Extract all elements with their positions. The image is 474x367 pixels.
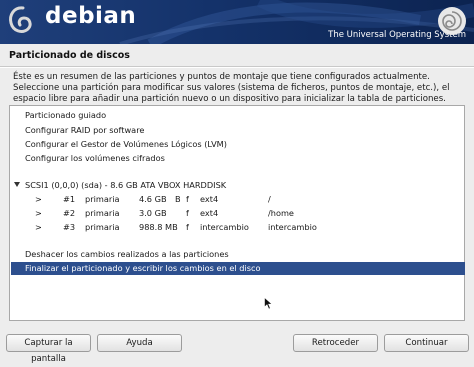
page-title: Particionado de discos (9, 50, 130, 61)
partition-mountpoint: /home (268, 208, 294, 218)
mouse-pointer-icon (264, 297, 273, 310)
partition-format-flag: f (186, 222, 189, 232)
back-button[interactable]: Retroceder (293, 334, 378, 352)
partition-boot-flag: B (175, 194, 181, 204)
menu-item-label: Configurar los volúmenes cifrados (25, 153, 165, 163)
partition-arrow: > (35, 194, 42, 204)
debian-swirl-logo-icon (9, 6, 32, 33)
spiral-decoration-icon (438, 7, 466, 35)
partition-arrow: > (35, 222, 42, 232)
menu-item-lvm[interactable]: Configurar el Gestor de Volúmenes Lógico… (11, 138, 465, 151)
partition-number: #1 (63, 194, 76, 204)
partition-filesystem: intercambio (200, 222, 249, 232)
menu-item-label: Finalizar el particionado y escribir los… (25, 263, 261, 273)
partition-size: 3.0 GB (139, 208, 167, 218)
menu-item-label: Particionado guiado (25, 110, 107, 120)
debian-header-banner: debian The Universal Operating System (0, 0, 474, 44)
disk-label: SCSI1 (0,0,0) (sda) - 8.6 GB ATA VBOX HA… (25, 180, 227, 190)
menu-item-undo[interactable]: Deshacer los cambios realizados a las pa… (11, 248, 465, 261)
partition-mountpoint: / (268, 194, 271, 204)
help-button[interactable]: Ayuda (97, 334, 182, 352)
screenshot-button[interactable]: Capturar la pantalla (6, 334, 91, 364)
menu-item-label: Configurar el Gestor de Volúmenes Lógico… (25, 139, 227, 149)
partition-format-flag: f (186, 208, 189, 218)
partition-number: #3 (63, 222, 76, 232)
partition-number: #2 (63, 208, 76, 218)
title-divider-highlight (0, 67, 474, 68)
continue-button[interactable]: Continuar (384, 334, 469, 352)
disk-row-sda[interactable]: SCSI1 (0,0,0) (sda) - 8.6 GB ATA VBOX HA… (11, 179, 465, 192)
partition-row-3[interactable]: > #3 primaria 988.8 MB f intercambio int… (11, 221, 465, 234)
menu-item-guided[interactable]: Particionado guiado (11, 109, 465, 122)
partition-type: primaria (85, 222, 120, 232)
brand-name: debian (45, 3, 137, 29)
menu-item-crypto[interactable]: Configurar los volúmenes cifrados (11, 152, 465, 165)
menu-item-finish[interactable]: Finalizar el particionado y escribir los… (11, 262, 465, 275)
partition-arrow: > (35, 208, 42, 218)
partition-row-2[interactable]: > #2 primaria 3.0 GB f ext4 /home (11, 207, 465, 220)
menu-item-label: Deshacer los cambios realizados a las pa… (25, 249, 229, 259)
partition-size: 988.8 MB (139, 222, 178, 232)
partition-filesystem: ext4 (200, 194, 219, 204)
partition-type: primaria (85, 194, 120, 204)
partition-list[interactable]: Particionado guiado Configurar RAID por … (9, 105, 465, 321)
partition-format-flag: f (186, 194, 189, 204)
partition-mountpoint: intercambio (268, 222, 317, 232)
partition-row-1[interactable]: > #1 primaria 4.6 GB B f ext4 / (11, 193, 465, 206)
menu-item-label: Configurar RAID por software (25, 125, 145, 135)
partition-type: primaria (85, 208, 120, 218)
partition-filesystem: ext4 (200, 208, 219, 218)
expander-down-icon (14, 182, 20, 187)
menu-item-raid[interactable]: Configurar RAID por software (11, 124, 465, 137)
partition-size: 4.6 GB (139, 194, 167, 204)
intro-text: Éste es un resumen de las particiones y … (13, 72, 450, 104)
